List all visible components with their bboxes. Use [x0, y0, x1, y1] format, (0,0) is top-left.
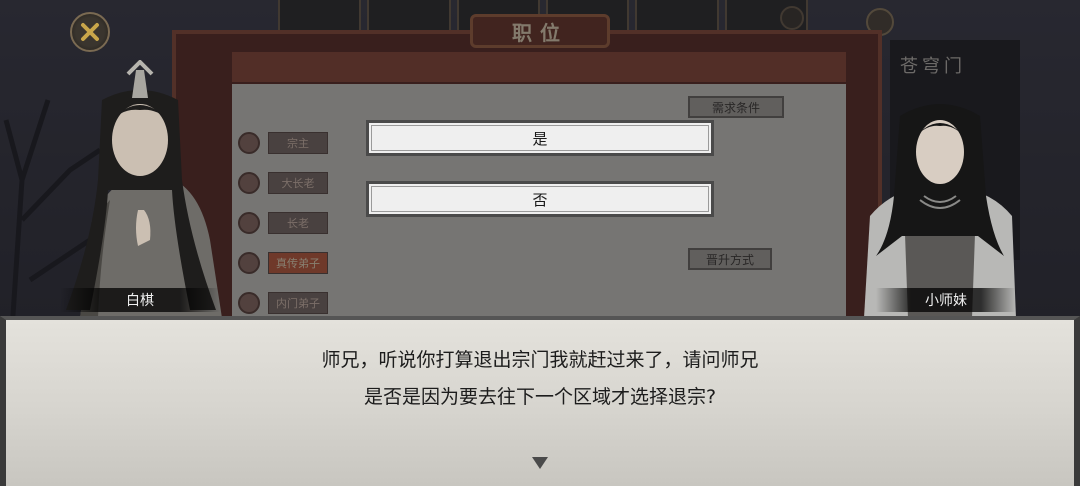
dialogue-text-line-1: 师兄，听说你打算退出宗门我就赶过来了，请问师兄: [321, 349, 759, 371]
character-portrait-right: [864, 104, 1016, 318]
triangle-down-icon[interactable]: [531, 456, 549, 470]
close-icon: [81, 23, 99, 41]
choice-yes-button[interactable]: 是: [366, 120, 714, 156]
close-button[interactable]: [70, 12, 110, 52]
dialogue-text-line-2: 是否是因为要去往下一个区域才选择退宗?: [363, 386, 717, 408]
speaker-name-left: 白棋: [60, 288, 220, 312]
character-portrait-left: [66, 60, 222, 318]
choice-no-button[interactable]: 否: [366, 181, 714, 217]
speaker-name-right: 小师妹: [876, 288, 1016, 312]
